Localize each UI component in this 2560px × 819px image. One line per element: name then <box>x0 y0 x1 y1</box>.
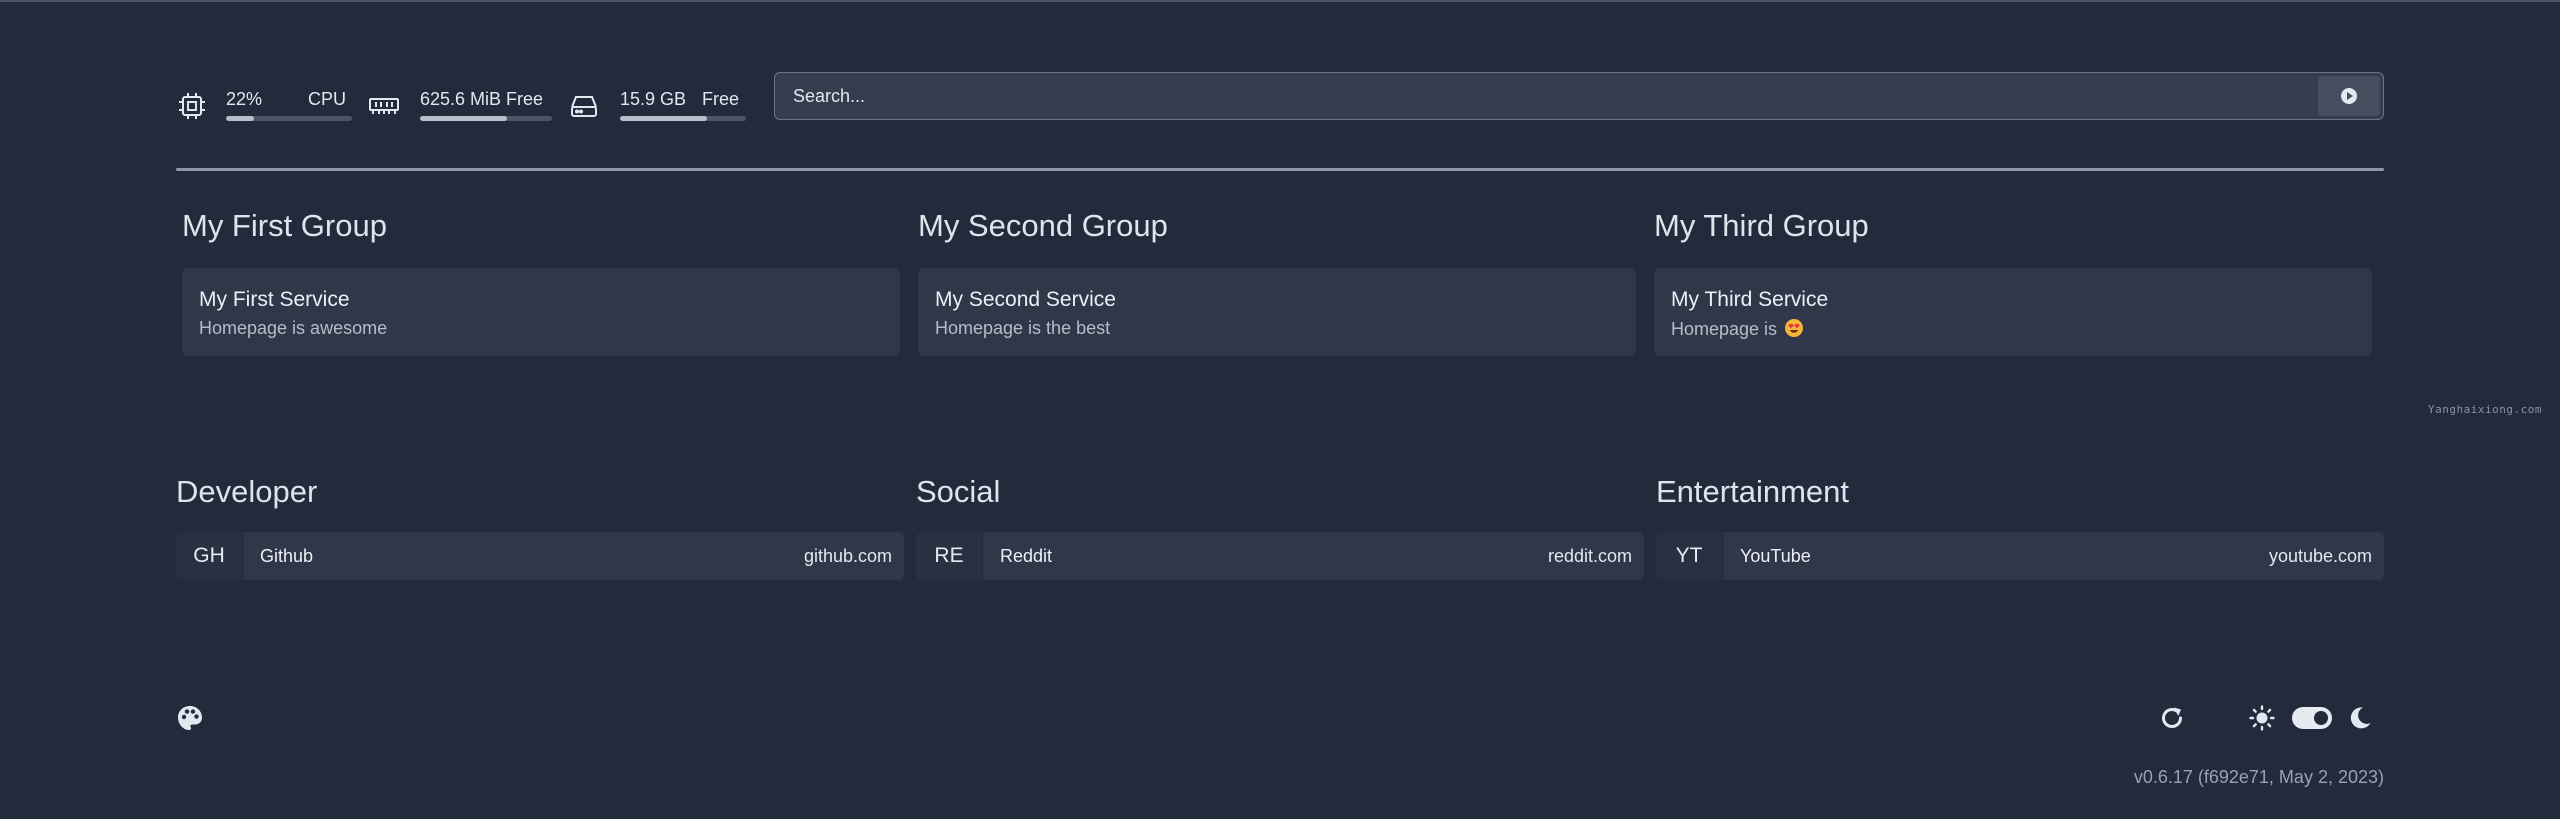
bookmark-abbreviation: RE <box>916 532 982 580</box>
cpu-label: CPU <box>308 89 347 109</box>
watermark-text: Yanghaixiong.com <box>2428 403 2542 416</box>
service-card-second[interactable]: My Second Service Homepage is the best <box>918 268 1636 356</box>
palette-icon[interactable] <box>176 704 204 732</box>
bookmark-url: github.com <box>803 546 892 566</box>
service-name: My Second Service <box>935 288 1116 311</box>
group-title: My Second Group <box>918 208 1168 243</box>
bookmark-body: Reddit reddit.com <box>983 532 1644 580</box>
cpu-usage-bar <box>226 116 352 121</box>
memory-widget: 625.6 MiB Free <box>368 80 552 121</box>
bookmark-group-title: Developer <box>176 474 318 509</box>
bookmark-url: reddit.com <box>1547 546 1632 566</box>
header-divider <box>176 168 2384 171</box>
disk-usage-fill <box>620 116 707 121</box>
bookmark-url: youtube.com <box>2268 546 2372 566</box>
bookmark-youtube[interactable]: YT YouTube youtube.com <box>1656 532 2384 580</box>
header-bar: 22% CPU 625.6 MiB Free 15.9 GB Free Sear… <box>176 72 2384 122</box>
cpu-usage-fill <box>226 116 254 121</box>
bookmark-group-title: Social <box>916 474 1001 509</box>
disk-free-value: 15.9 GB <box>620 89 687 109</box>
version-info: v0.6.17 (f692e71, May 2, 2023) <box>2133 767 2384 787</box>
heart-eyes-emoji-icon <box>1785 319 1804 337</box>
group-title: My Third Group <box>1654 208 1869 243</box>
bookmark-name: Reddit <box>1000 546 1053 566</box>
service-description: Homepage is awesome <box>199 318 388 338</box>
disk-free-label: Free <box>702 89 740 109</box>
disk-usage-bar <box>620 116 746 121</box>
theme-toggle-knob <box>2314 711 2328 725</box>
bookmark-abbreviation: YT <box>1656 532 1722 580</box>
bookmark-body: YouTube youtube.com <box>1723 532 2384 580</box>
search-engine-icon <box>2341 88 2357 104</box>
service-description: Homepage is <box>1671 318 1804 340</box>
service-card-first[interactable]: My First Service Homepage is awesome <box>182 268 900 356</box>
bookmark-name: Github <box>260 546 314 566</box>
cpu-widget: 22% CPU <box>176 80 356 121</box>
group-title: My First Group <box>182 208 387 243</box>
memory-usage-fill <box>420 116 508 121</box>
service-name: My First Service <box>199 288 350 311</box>
bookmark-group-title: Entertainment <box>1656 474 1849 509</box>
search-engine-button[interactable] <box>2318 76 2380 116</box>
memory-free-value: 625.6 MiB Free <box>420 89 544 109</box>
sun-icon[interactable] <box>2248 704 2276 732</box>
homepage-dashboard: 22% CPU 625.6 MiB Free 15.9 GB Free Sear… <box>176 0 2384 819</box>
service-card-third[interactable]: My Third Service Homepage is <box>1654 268 2372 356</box>
moon-icon[interactable] <box>2346 704 2374 732</box>
search-box <box>774 72 2384 120</box>
bookmark-github[interactable]: GH Github github.com <box>176 532 904 580</box>
service-name: My Third Service <box>1671 288 1829 311</box>
search-input[interactable] <box>775 73 2315 119</box>
cpu-usage-value: 22% <box>226 89 263 109</box>
memory-icon <box>369 98 399 114</box>
bookmark-name: YouTube <box>1740 546 1811 566</box>
cpu-icon <box>179 93 205 119</box>
refresh-icon[interactable] <box>2158 704 2186 732</box>
service-description-text: Homepage is <box>1671 319 1778 339</box>
service-description: Homepage is the best <box>935 318 1111 338</box>
bookmark-abbreviation: GH <box>176 532 242 580</box>
hard-drive-icon <box>571 96 597 117</box>
memory-usage-bar <box>420 116 552 121</box>
disk-widget: 15.9 GB Free <box>568 80 748 121</box>
bookmark-body: Github github.com <box>243 532 904 580</box>
theme-toggle[interactable] <box>2292 707 2332 729</box>
bookmark-reddit[interactable]: RE Reddit reddit.com <box>916 532 1644 580</box>
